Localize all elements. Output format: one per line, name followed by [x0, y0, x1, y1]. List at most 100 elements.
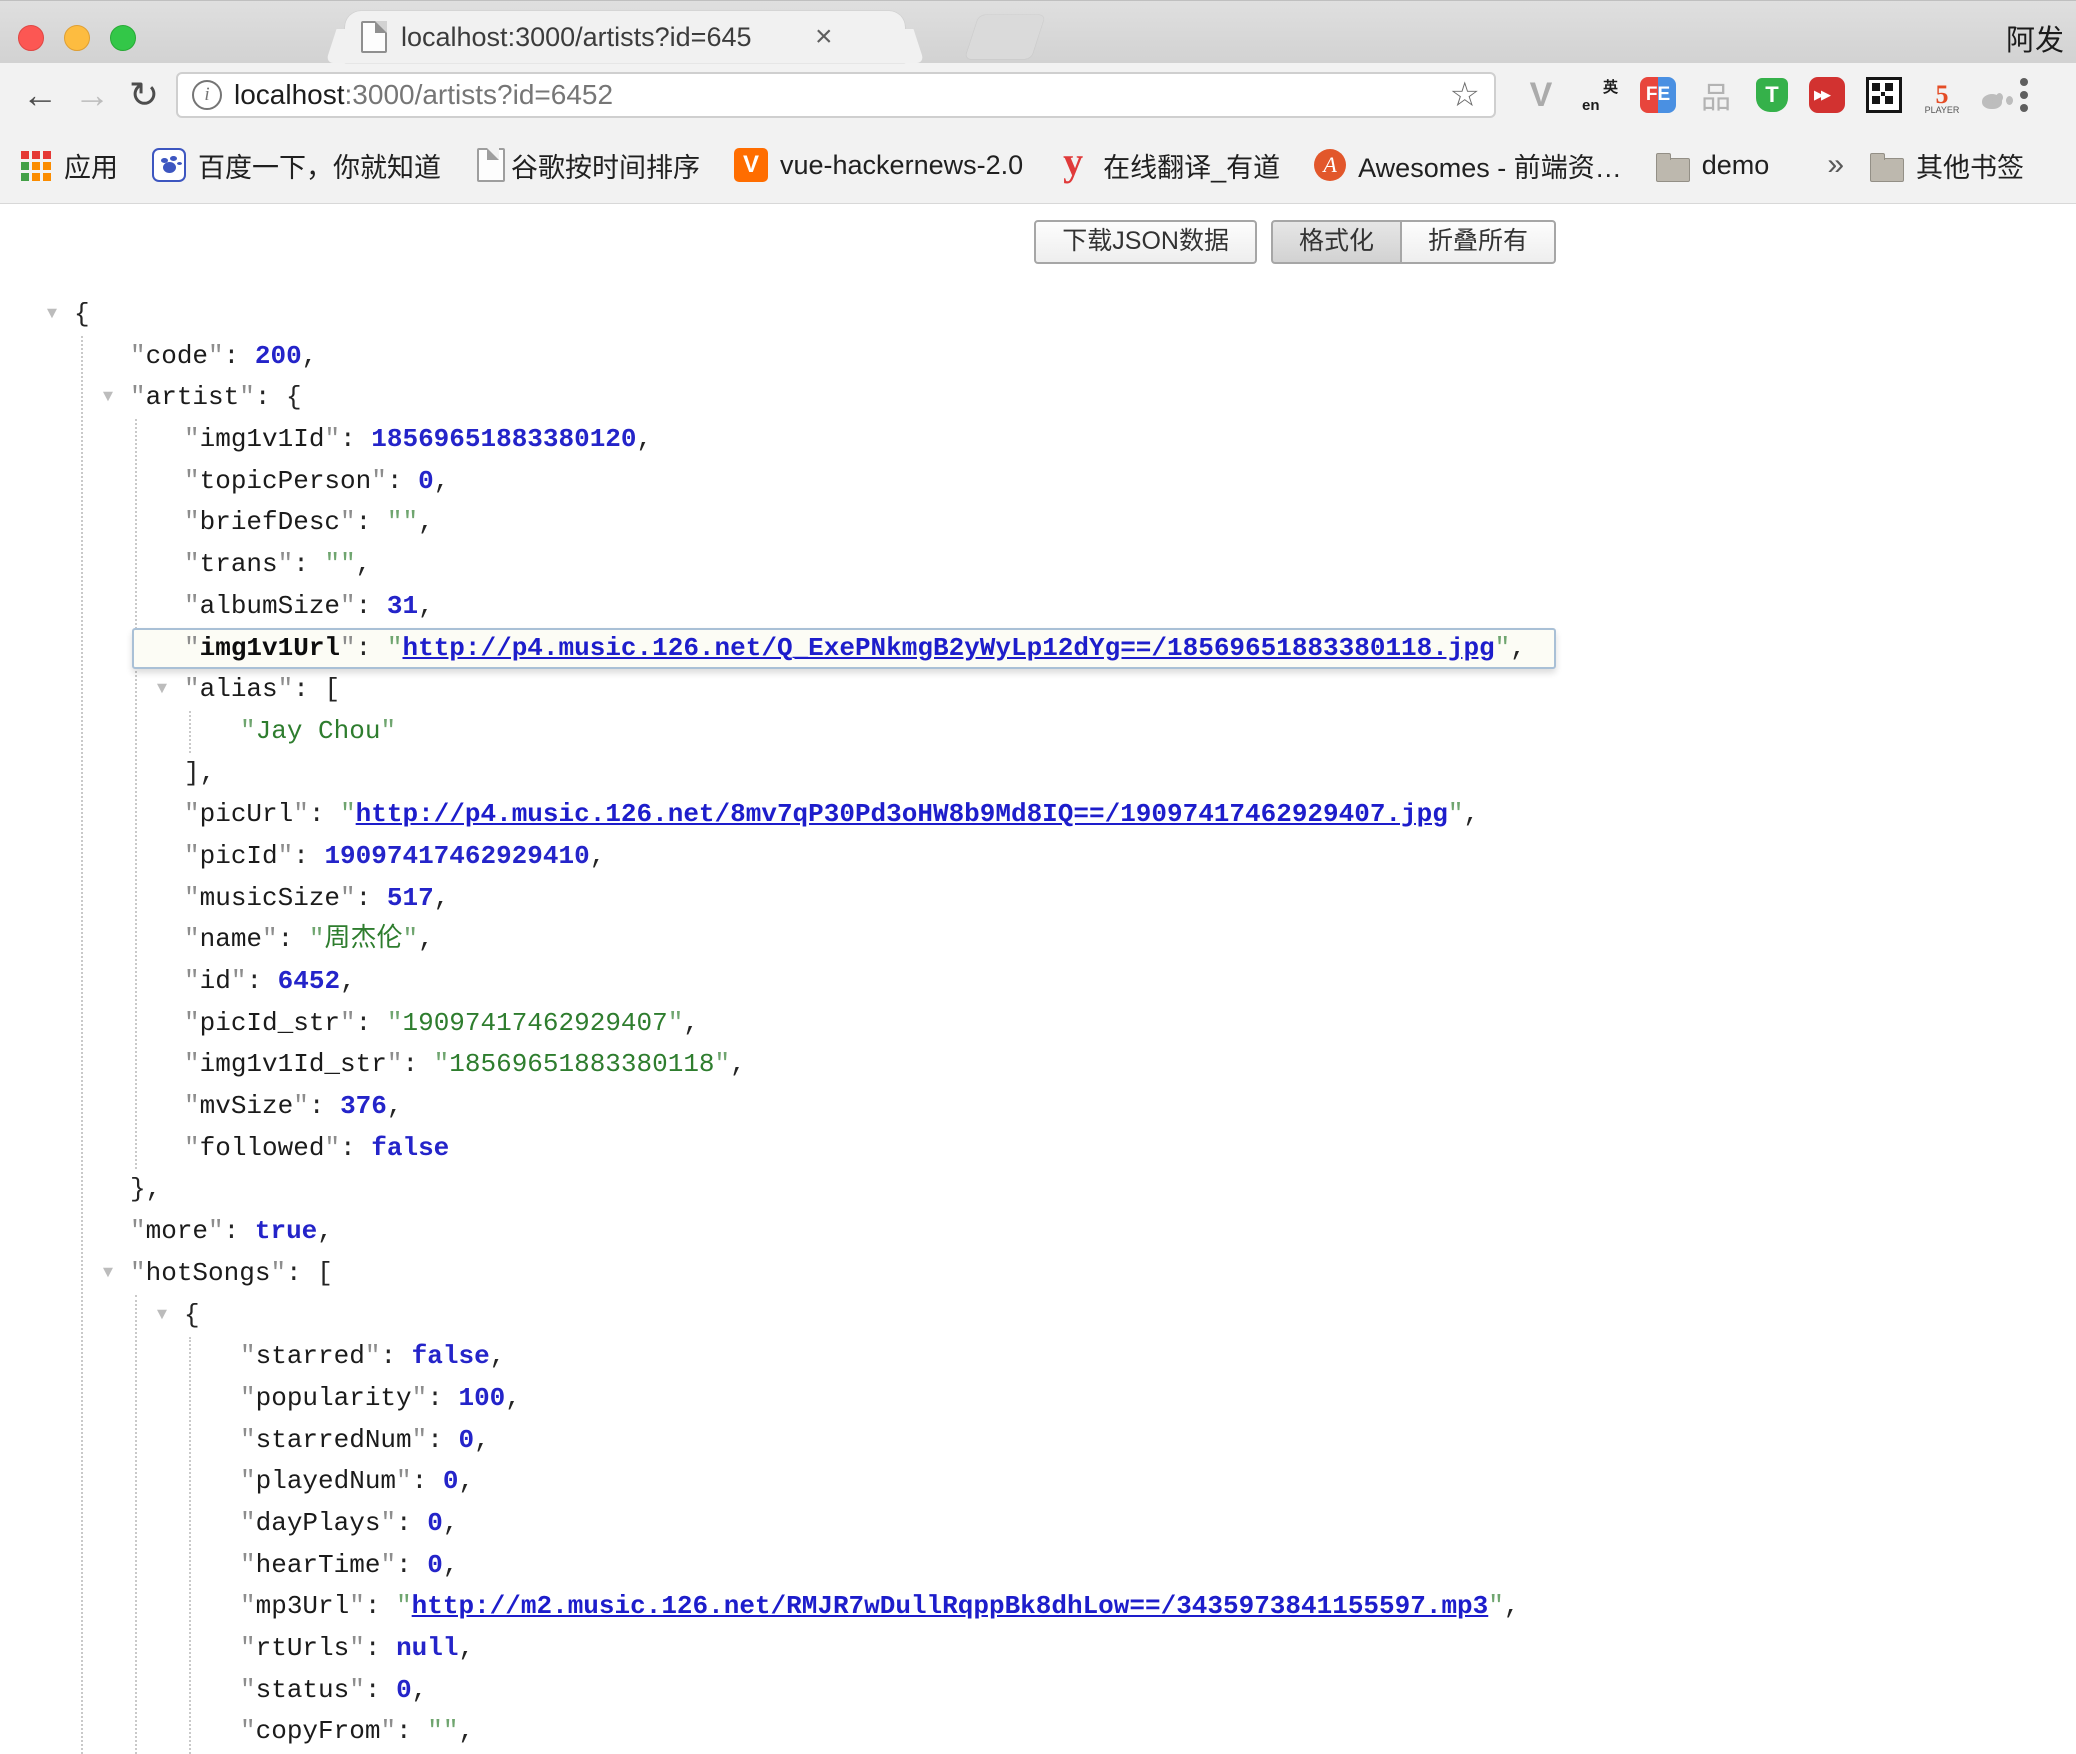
json-line: ▼"artist": { — [0, 377, 2076, 419]
folder-icon — [1870, 158, 1904, 182]
json-line: "picId": 19097417462929410, — [0, 836, 2076, 878]
json-line: ], — [0, 753, 2076, 795]
json-line: "playedNum": 0, — [0, 1461, 2076, 1503]
browser-profile-name[interactable]: 阿发 — [2006, 17, 2064, 59]
json-viewer: 下载JSON数据 格式化 折叠所有 ▼{"code": 200,▼"artist… — [0, 204, 2076, 1754]
qr-code-icon[interactable] — [1866, 77, 1902, 113]
maximize-window-button[interactable] — [110, 25, 136, 51]
bookmark-item[interactable]: demo — [1656, 149, 1770, 182]
bookmark-label: 应用 — [64, 146, 118, 185]
tab-strip: localhost:3000/artists?id=645 × 阿发 — [0, 0, 2076, 63]
bookmark-label: 百度一下，你就知道 — [198, 146, 441, 185]
forward-button: → — [66, 74, 118, 116]
json-line: "id": 6452, — [0, 961, 2076, 1003]
json-line: "albumSize": 31, — [0, 586, 2076, 628]
json-line: ▼"hotSongs": [ — [0, 1253, 2076, 1295]
download-json-button[interactable]: 下载JSON数据 — [1034, 220, 1257, 264]
translate-icon[interactable] — [1581, 76, 1619, 114]
json-line: "img1v1Id": 18569651883380120, — [0, 419, 2076, 461]
close-window-button[interactable] — [18, 25, 44, 51]
json-line: "rtUrls": null, — [0, 1628, 2076, 1670]
bookmark-star-icon[interactable]: ☆ — [1450, 75, 1480, 115]
youdao-icon — [1057, 148, 1091, 182]
apps-icon — [18, 148, 52, 182]
bookmark-item[interactable]: 百度一下，你就知道 — [152, 146, 441, 185]
bookmark-label: demo — [1702, 150, 1770, 181]
json-line: "starredNum": 0, — [0, 1420, 2076, 1462]
extensions-row: V — [1522, 76, 2002, 114]
bookmark-label: 在线翻译_有道 — [1103, 146, 1280, 185]
other-bookmarks-folder[interactable]: 其他书签 — [1870, 146, 2024, 185]
json-line: "dayPlays": 0, — [0, 1503, 2076, 1545]
url-path: :3000/artists?id=6452 — [345, 79, 614, 110]
json-line: "hearTime": 0, — [0, 1545, 2076, 1587]
json-link[interactable]: http://p4.music.126.net/Q_ExePNkmgB2yWyL… — [402, 633, 1494, 663]
json-line: "followed": false — [0, 1128, 2076, 1170]
awesomes-icon — [1314, 149, 1346, 181]
json-line: "musicSize": 517, — [0, 878, 2076, 920]
bookmark-item[interactable]: 谷歌按时间排序 — [475, 146, 700, 185]
json-line: "more": true, — [0, 1211, 2076, 1253]
org-chart-icon[interactable] — [1697, 76, 1735, 114]
baidu-icon — [152, 148, 186, 182]
bookmark-item[interactable]: 应用 — [18, 146, 118, 185]
url-text[interactable]: localhost:3000/artists?id=6452 — [234, 79, 1450, 111]
collapse-toggle-icon[interactable]: ▼ — [96, 377, 120, 419]
json-line: "picUrl": "http://p4.music.126.net/8mv7q… — [0, 794, 2076, 836]
address-bar[interactable]: i localhost:3000/artists?id=6452 ☆ — [176, 72, 1496, 118]
bookmark-item[interactable]: 在线翻译_有道 — [1057, 146, 1280, 185]
video-speed-icon[interactable] — [1809, 77, 1845, 113]
back-button[interactable]: ← — [14, 74, 66, 116]
json-line: ▼{ — [0, 294, 2076, 336]
bookmarks-overflow-icon[interactable]: » — [1827, 148, 1844, 182]
collapse-all-button[interactable]: 折叠所有 — [1401, 220, 1556, 264]
vue-devtools-icon[interactable]: V — [1522, 76, 1560, 114]
json-line: "code": 200, — [0, 336, 2076, 378]
tab-close-icon[interactable]: × — [815, 22, 833, 52]
site-info-icon[interactable]: i — [192, 80, 222, 110]
bookmark-item[interactable]: Awesomes - 前端资… — [1314, 146, 1622, 185]
json-line: "trans": "", — [0, 544, 2076, 586]
collapse-toggle-icon[interactable]: ▼ — [150, 669, 174, 711]
json-content: ▼{"code": 200,▼"artist": {"img1v1Id": 18… — [0, 204, 2076, 1753]
vue-icon — [734, 148, 768, 182]
json-line: "name": "周杰伦", — [0, 919, 2076, 961]
tab-title: localhost:3000/artists?id=645 — [401, 22, 801, 53]
bookmark-label: vue-hackernews-2.0 — [780, 150, 1023, 181]
minimize-window-button[interactable] — [64, 25, 90, 51]
url-host: localhost — [234, 79, 345, 110]
tampermonkey-icon[interactable] — [1756, 78, 1788, 112]
json-line: "topicPerson": 0, — [0, 461, 2076, 503]
new-tab-button[interactable] — [965, 15, 1045, 59]
json-line: "img1v1Id_str": "18569651883380118", — [0, 1044, 2076, 1086]
json-line: }, — [0, 1169, 2076, 1211]
format-button[interactable]: 格式化 — [1271, 220, 1401, 264]
page-favicon-icon — [361, 21, 387, 53]
traffic-lights — [18, 25, 136, 51]
browser-tab[interactable]: localhost:3000/artists?id=645 × — [345, 11, 905, 63]
reload-button[interactable]: ↻ — [118, 74, 170, 116]
collapse-toggle-icon[interactable]: ▼ — [150, 1295, 174, 1337]
format-toggle-group: 格式化 折叠所有 — [1271, 220, 1556, 264]
browser-toolbar: ← → ↻ i localhost:3000/artists?id=6452 ☆… — [0, 63, 2076, 127]
fe-helper-icon[interactable] — [1640, 77, 1676, 113]
json-line: "mvSize": 376, — [0, 1086, 2076, 1128]
html5-player-icon[interactable] — [1923, 76, 1961, 114]
bookmark-label: 其他书签 — [1916, 146, 2024, 185]
json-line: "briefDesc": "", — [0, 502, 2076, 544]
json-line: "popularity": 100, — [0, 1378, 2076, 1420]
browser-menu-icon[interactable] — [2020, 91, 2028, 99]
json-link[interactable]: http://m2.music.126.net/RMJR7wDullRqppBk… — [412, 1591, 1489, 1621]
json-line: "Jay Chou" — [0, 711, 2076, 753]
paw-icon[interactable] — [1982, 94, 2002, 109]
bookmark-item[interactable]: vue-hackernews-2.0 — [734, 148, 1023, 182]
json-line: "copyFrom": "", — [0, 1711, 2076, 1753]
collapse-toggle-icon[interactable]: ▼ — [96, 1253, 120, 1295]
json-line: "picId_str": "19097417462929407", — [0, 1003, 2076, 1045]
collapse-toggle-icon[interactable]: ▼ — [40, 294, 64, 336]
folder-icon — [1656, 158, 1690, 182]
json-line: ▼"alias": [ — [0, 669, 2076, 711]
viewer-buttons: 下载JSON数据 格式化 折叠所有 — [1034, 220, 1556, 264]
json-line: "starred": false, — [0, 1336, 2076, 1378]
json-link[interactable]: http://p4.music.126.net/8mv7qP30Pd3oHW8b… — [356, 799, 1448, 829]
